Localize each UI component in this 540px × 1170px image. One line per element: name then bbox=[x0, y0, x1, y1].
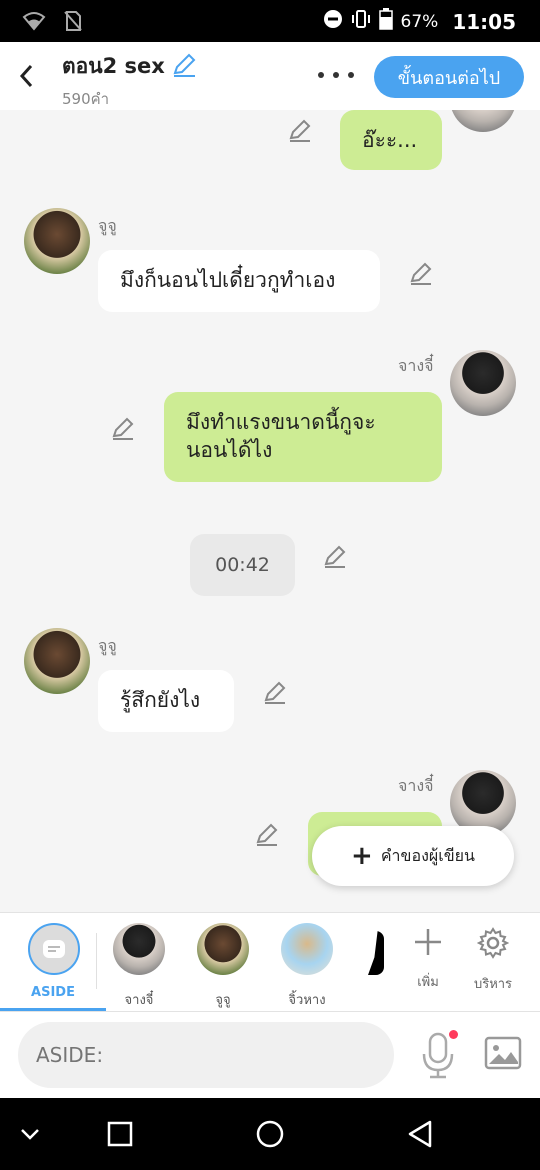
triangle-back-icon bbox=[408, 1120, 432, 1148]
system-nav-bar bbox=[0, 1098, 540, 1170]
sender-name: จางจี๋ bbox=[398, 356, 434, 375]
manage-label: บริหาร bbox=[473, 977, 513, 992]
recent-apps-button[interactable] bbox=[100, 1116, 140, 1152]
add-character-button[interactable]: เพิ่ม bbox=[400, 927, 456, 992]
character-jiuhang[interactable]: จิ้วหาง bbox=[272, 923, 342, 1010]
pencil-icon[interactable] bbox=[262, 680, 288, 706]
image-icon bbox=[484, 1036, 522, 1070]
character-juju[interactable]: จูจู bbox=[188, 923, 258, 1010]
avatar bbox=[281, 923, 333, 975]
author-note-label: คำของผู้เขียน bbox=[380, 845, 475, 865]
pencil-icon bbox=[173, 53, 196, 77]
edit-title-button[interactable] bbox=[171, 52, 197, 82]
square-icon bbox=[107, 1121, 133, 1147]
do-not-disturb-icon bbox=[323, 9, 343, 34]
battery-icon bbox=[378, 8, 393, 35]
sender-name: จางจี๋ bbox=[398, 776, 434, 795]
divider bbox=[96, 933, 97, 989]
message-bubble[interactable]: มึงก็นอนไปเดี๋ยวกูทำเอง bbox=[98, 250, 380, 312]
avatar bbox=[113, 923, 165, 975]
word-count: 590คำ bbox=[62, 90, 110, 108]
message-bubble[interactable]: มึงทำแรงขนาดนี้กูจะ นอนได้ไง bbox=[164, 392, 442, 482]
next-step-button[interactable]: ขั้นตอนต่อไป bbox=[374, 56, 524, 98]
character-name: จิ้วหาง bbox=[288, 993, 326, 1008]
pencil-icon[interactable] bbox=[110, 416, 136, 442]
back-nav-button[interactable] bbox=[400, 1116, 440, 1152]
gear-icon bbox=[476, 927, 510, 959]
author-note-button[interactable]: + คำของผู้เขียน bbox=[312, 826, 514, 886]
avatar[interactable] bbox=[24, 208, 90, 274]
message-input[interactable] bbox=[18, 1022, 394, 1088]
image-button[interactable] bbox=[484, 1036, 522, 1070]
audio-timestamp[interactable]: 00:42 bbox=[190, 534, 295, 596]
chat-area[interactable]: อ๊ะะ... จูจู มึงก็นอนไปเดี๋ยวกูทำเอง จาง… bbox=[0, 110, 540, 912]
character-name: จูจู bbox=[215, 993, 231, 1008]
plus-icon bbox=[415, 929, 441, 955]
sender-name: จูจู bbox=[98, 216, 117, 235]
message-bubble[interactable]: อ๊ะะ... bbox=[340, 110, 442, 170]
more-options-button[interactable] bbox=[318, 64, 354, 86]
message-bubble[interactable]: รู้สึกยังไง bbox=[98, 670, 234, 732]
character-bar: ASIDE จางจี๋ จูจู จิ้วหาง เพิ่ม บริหาร bbox=[0, 912, 540, 1012]
circle-icon bbox=[256, 1120, 284, 1148]
episode-title: ตอน2 sex bbox=[62, 54, 165, 78]
aside-label: ASIDE bbox=[31, 985, 75, 1000]
microphone-button[interactable] bbox=[420, 1030, 460, 1084]
notification-dot bbox=[449, 1030, 458, 1039]
home-button[interactable] bbox=[250, 1116, 290, 1152]
vibrate-icon bbox=[351, 9, 371, 34]
aside-avatar bbox=[28, 923, 80, 975]
avatar[interactable] bbox=[450, 110, 516, 132]
character-jangji[interactable]: จางจี๋ bbox=[104, 923, 174, 1010]
aside-tab[interactable]: ASIDE bbox=[0, 913, 106, 1011]
avatar bbox=[197, 923, 249, 975]
chevron-left-icon bbox=[19, 64, 33, 88]
wifi-icon bbox=[22, 11, 46, 35]
pencil-icon[interactable] bbox=[322, 544, 348, 570]
avatar[interactable] bbox=[450, 350, 516, 416]
back-button[interactable] bbox=[12, 58, 40, 94]
character-name: จางจี๋ bbox=[124, 993, 154, 1008]
chat-bubble-icon bbox=[43, 940, 65, 958]
input-bar bbox=[0, 1012, 540, 1098]
plus-icon: + bbox=[351, 841, 373, 871]
avatar[interactable] bbox=[24, 628, 90, 694]
manage-characters-button[interactable]: บริหาร bbox=[465, 927, 521, 994]
partial-avatar[interactable] bbox=[368, 931, 384, 975]
pencil-icon[interactable] bbox=[287, 118, 313, 144]
pencil-icon[interactable] bbox=[254, 822, 280, 848]
sender-name: จูจู bbox=[98, 636, 117, 655]
clock: 11:05 bbox=[452, 9, 516, 34]
add-label: เพิ่ม bbox=[417, 975, 439, 990]
app-header: ตอน2 sex 590คำ ขั้นตอนต่อไป bbox=[0, 42, 540, 110]
pencil-icon[interactable] bbox=[408, 261, 434, 287]
status-bar: 67% 11:05 bbox=[0, 0, 540, 42]
battery-percentage: 67% bbox=[400, 11, 439, 32]
chevron-down-icon[interactable] bbox=[10, 1116, 50, 1152]
no-sim-icon bbox=[64, 10, 82, 36]
